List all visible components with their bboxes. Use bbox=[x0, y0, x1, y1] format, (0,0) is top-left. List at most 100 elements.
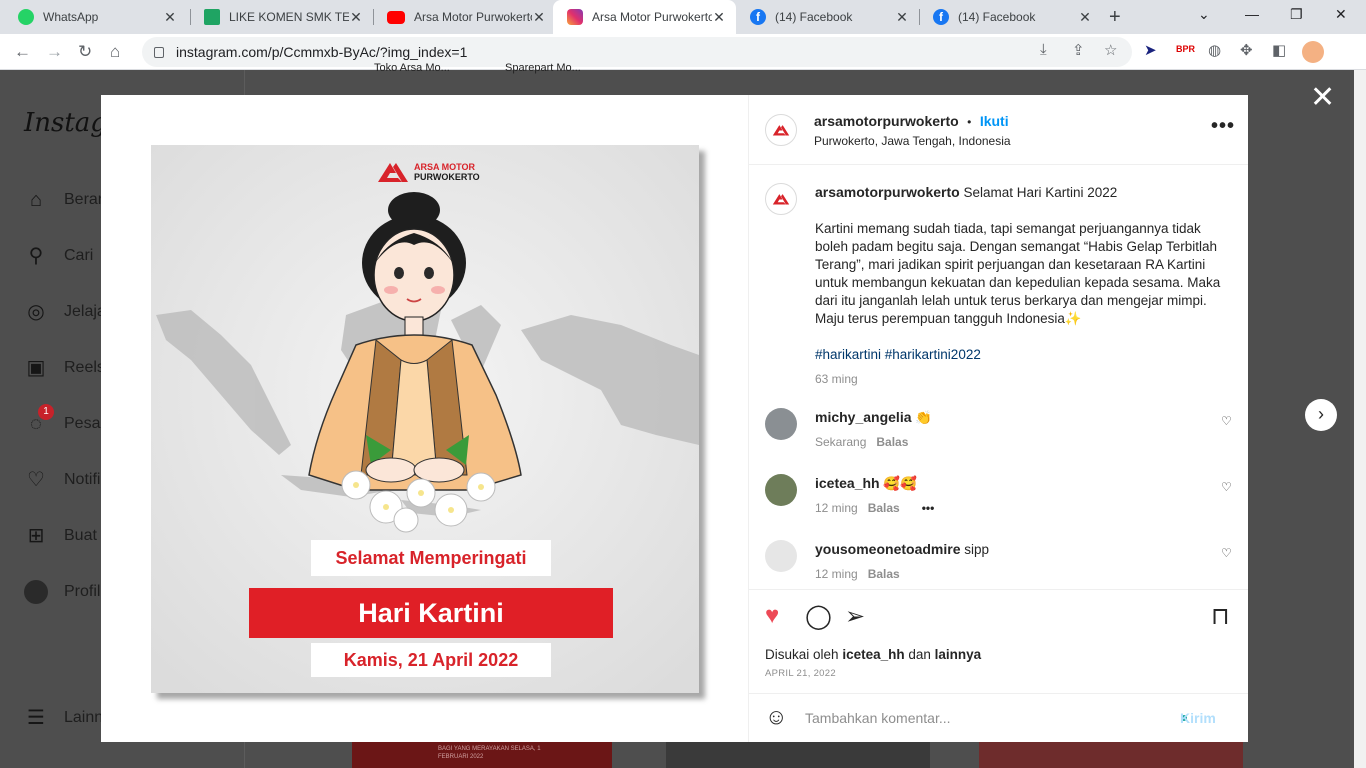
reels-icon: ▣ bbox=[26, 357, 46, 379]
caption-time: 63 ming bbox=[815, 372, 858, 386]
url-text: instagram.com/p/Ccmmxb-ByAc/?img_index=1 bbox=[176, 44, 468, 60]
cursor-extension-icon[interactable]: ➤ bbox=[1144, 41, 1157, 59]
sidebar-item-messages[interactable]: ◌ 1 Pesan bbox=[24, 404, 109, 436]
back-icon[interactable]: ← bbox=[14, 42, 31, 62]
post-location[interactable]: Purwokerto, Jawa Tengah, Indonesia bbox=[814, 134, 1011, 148]
highlight-label: Sparepart Mo... bbox=[505, 62, 581, 74]
close-icon[interactable]: ✕ bbox=[349, 9, 363, 26]
profile-avatar[interactable] bbox=[1302, 41, 1324, 63]
avatar[interactable] bbox=[765, 408, 797, 440]
emoji-icon[interactable]: ☺ bbox=[765, 704, 787, 730]
tab-facebook-2[interactable]: f (14) Facebook ✕ bbox=[919, 0, 1102, 34]
tab-facebook-1[interactable]: f (14) Facebook ✕ bbox=[736, 0, 919, 34]
address-bar[interactable]: instagram.com/p/Ccmmxb-ByAc/?img_index=1 bbox=[142, 37, 1132, 67]
sidebar-item-create[interactable]: ⊞ Buat bbox=[24, 524, 97, 548]
message-badge: 1 bbox=[38, 404, 54, 420]
avatar-icon bbox=[24, 580, 48, 604]
tab-instagram[interactable]: Arsa Motor Purwokerto ✕ bbox=[553, 0, 736, 34]
grid-thumbnail[interactable]: BAGI YANG MERAYAKAN SELASA, 1 FEBRUARI 2… bbox=[352, 741, 612, 768]
plus-square-icon: ⊞ bbox=[27, 525, 45, 547]
caption-avatar[interactable] bbox=[765, 183, 797, 215]
arsa-logo-mark-icon bbox=[772, 125, 790, 136]
post-side-panel: arsamotorpurwokerto • Ikuti Purwokerto, … bbox=[749, 95, 1248, 742]
puzzle-icon[interactable]: ✥ bbox=[1240, 41, 1253, 59]
install-icon[interactable]: ⤓ bbox=[1040, 41, 1047, 58]
grid-thumbnail[interactable] bbox=[666, 741, 930, 768]
comment-item: michy_angelia 👏 Sekarang Balas ♡ bbox=[765, 408, 1235, 458]
comment-like-heart-icon[interactable]: ♡ bbox=[1221, 480, 1232, 494]
minimize-icon[interactable]: — bbox=[1245, 6, 1259, 22]
author-avatar[interactable] bbox=[765, 114, 797, 146]
home-icon[interactable]: ⌂ bbox=[110, 42, 120, 62]
close-icon[interactable]: ✕ bbox=[1078, 9, 1092, 26]
comment-item: yousomeonetoadmire sipp 12 ming Balas ♡ bbox=[765, 540, 1235, 590]
caption-hashtags[interactable]: #harikartini #harikartini2022 bbox=[815, 346, 1235, 364]
save-bookmark-icon[interactable]: ⊓ bbox=[1211, 602, 1230, 631]
tab-whatsapp[interactable]: WhatsApp ✕ bbox=[4, 0, 187, 34]
likes-user-link[interactable]: icetea_hh bbox=[842, 647, 904, 662]
share-icon[interactable]: ➢ bbox=[845, 602, 865, 631]
new-tab-icon[interactable]: + bbox=[1109, 6, 1121, 29]
globe-extension-icon[interactable]: ◍ bbox=[1208, 41, 1221, 59]
send-comment-button[interactable]: Kirim bbox=[1180, 710, 1216, 726]
sheets-icon bbox=[204, 9, 220, 25]
poster-date: Kamis, 21 April 2022 bbox=[311, 643, 551, 677]
highlight-label: Toko Arsa Mo... bbox=[374, 62, 450, 74]
comment-icon[interactable]: ◯ bbox=[805, 602, 832, 631]
restore-icon[interactable]: ❐ bbox=[1290, 6, 1303, 23]
tab-search-icon[interactable]: ⌄ bbox=[1198, 6, 1210, 23]
arsa-logo-mark-icon bbox=[772, 194, 790, 205]
likes-others-link[interactable]: lainnya bbox=[935, 647, 982, 662]
close-icon[interactable]: ✕ bbox=[895, 9, 909, 26]
reload-icon[interactable]: ↻ bbox=[78, 42, 92, 62]
close-modal-icon[interactable]: ✕ bbox=[1310, 83, 1335, 113]
avatar[interactable] bbox=[765, 474, 797, 506]
post-date: APRIL 21, 2022 bbox=[765, 668, 836, 679]
post-modal: ARSA MOTOR PURWOKERTO Selamat Memperinga… bbox=[101, 95, 1248, 742]
tab-sheets[interactable]: LIKE KOMEN SMK TELKO ✕ bbox=[190, 0, 373, 34]
messenger-icon: ◌ 1 bbox=[24, 404, 54, 436]
heart-icon: ♡ bbox=[27, 469, 45, 491]
close-icon[interactable]: ✕ bbox=[532, 9, 546, 26]
tab-youtube[interactable]: Arsa Motor Purwokerto ✕ bbox=[373, 0, 556, 34]
reply-button[interactable]: Balas bbox=[868, 501, 900, 515]
author-username[interactable]: arsamotorpurwokerto bbox=[814, 113, 959, 129]
follow-button[interactable]: Ikuti bbox=[980, 113, 1009, 129]
avatar[interactable] bbox=[765, 540, 797, 572]
comment-input[interactable]: Tambahkan komentar... bbox=[805, 710, 951, 726]
close-icon[interactable]: ✕ bbox=[163, 9, 177, 26]
more-options-icon[interactable]: ••• bbox=[1211, 115, 1235, 138]
add-comment-bar: ☺ Tambahkan komentar... Kirim bbox=[749, 693, 1248, 742]
comment-item: icetea_hh 🥰🥰 12 ming Balas ••• ♡ bbox=[765, 474, 1235, 524]
caption-username[interactable]: arsamotorpurwokerto bbox=[815, 184, 960, 200]
share-icon[interactable]: ⇪ bbox=[1072, 41, 1085, 59]
browser-toolbar: ← → ↻ ⌂ instagram.com/p/Ccmmxb-ByAc/?img… bbox=[0, 34, 1366, 70]
sidebar-item-profile[interactable]: Profil bbox=[24, 580, 100, 604]
post-actions: ♥ ◯ ➢ ⊓ Disukai oleh icetea_hh dan lainn… bbox=[749, 589, 1248, 699]
facebook-icon: f bbox=[933, 9, 949, 25]
window-close-icon[interactable]: ✕ bbox=[1335, 6, 1347, 23]
sidebar-item-search[interactable]: ⚲ Cari bbox=[24, 244, 94, 268]
reply-button[interactable]: Balas bbox=[868, 567, 900, 581]
instagram-icon bbox=[567, 9, 583, 25]
search-icon: ⚲ bbox=[28, 245, 44, 267]
close-icon[interactable]: ✕ bbox=[712, 9, 726, 26]
reply-button[interactable]: Balas bbox=[876, 435, 908, 449]
kartini-poster: ARSA MOTOR PURWOKERTO Selamat Memperinga… bbox=[151, 145, 699, 693]
sidepanel-icon[interactable]: ◧ bbox=[1272, 41, 1286, 59]
like-heart-icon[interactable]: ♥ bbox=[765, 602, 779, 630]
bpr-extension-icon[interactable]: BPR bbox=[1176, 44, 1195, 60]
forward-icon[interactable]: → bbox=[46, 42, 63, 62]
comment-like-heart-icon[interactable]: ♡ bbox=[1221, 414, 1232, 428]
next-post-button[interactable]: › bbox=[1305, 399, 1337, 431]
sidebar-item-reels[interactable]: ▣ Reels bbox=[24, 356, 105, 380]
arsa-motor-logo: ARSA MOTOR PURWOKERTO bbox=[376, 161, 480, 183]
comment-like-heart-icon[interactable]: ♡ bbox=[1221, 546, 1232, 560]
post-media: ARSA MOTOR PURWOKERTO Selamat Memperinga… bbox=[101, 95, 749, 742]
compass-icon: ◎ bbox=[27, 301, 45, 323]
grid-thumbnail[interactable] bbox=[979, 741, 1243, 768]
menu-icon: ☰ bbox=[27, 707, 45, 729]
bookmark-star-icon[interactable]: ☆ bbox=[1104, 41, 1117, 59]
page-scrollbar[interactable] bbox=[1354, 70, 1366, 768]
comment-options-icon[interactable]: ••• bbox=[922, 501, 935, 515]
